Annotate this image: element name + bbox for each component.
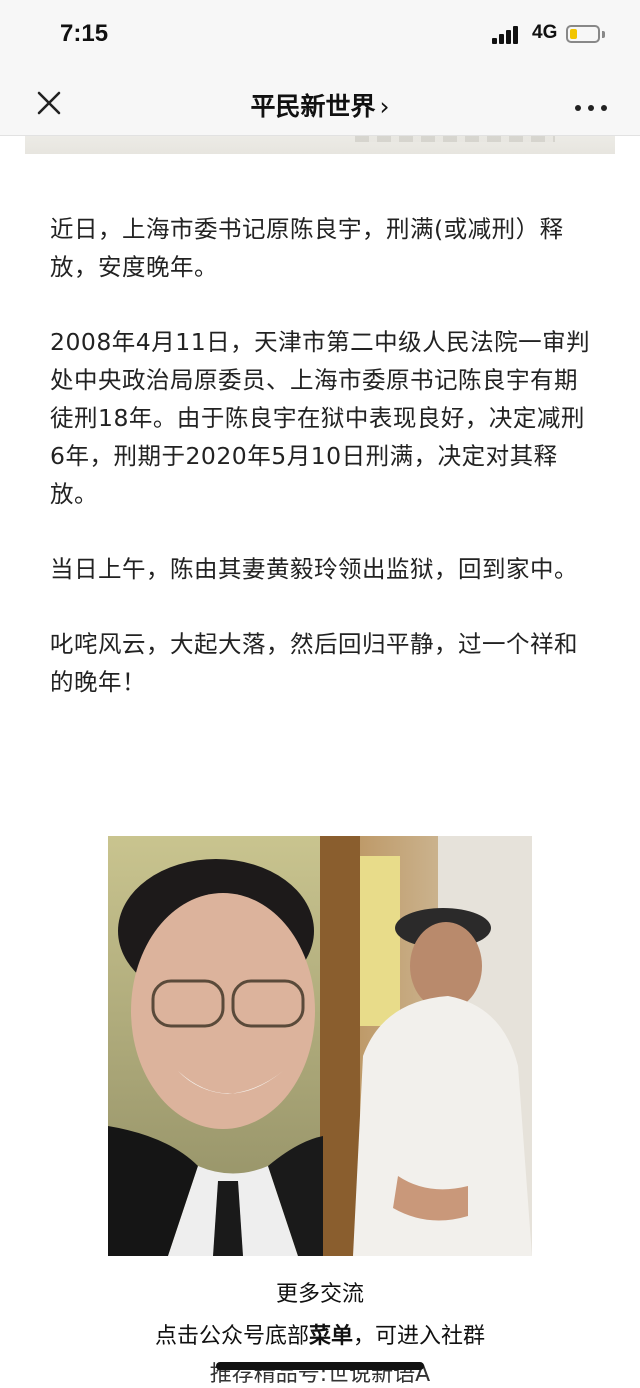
paragraph: 近日，上海市委书记原陈良宇，刑满(或减刑）释放，安度晚年。 — [50, 215, 564, 281]
account-title-link[interactable]: 平民新世界 › — [0, 87, 640, 123]
footer-line-2-suffix: ，可进入社群 — [353, 1324, 486, 1349]
footer-line-2: 点击公众号底部菜单，可进入社群 — [0, 1318, 640, 1350]
home-indicator[interactable] — [216, 1362, 424, 1370]
previous-image-edge — [25, 136, 615, 154]
more-button[interactable] — [574, 98, 608, 111]
footer-line-2-prefix: 点击公众号底部 — [154, 1324, 309, 1349]
more-dots-icon — [575, 105, 607, 111]
account-title: 平民新世界 — [250, 92, 376, 121]
signal-icon — [492, 26, 522, 44]
paragraph: 当日上午，陈由其妻黄毅玲领出监狱，回到家中。 — [50, 555, 578, 583]
chevron-right-icon: › — [379, 92, 390, 121]
status-bar: 7:15 4G — [0, 0, 640, 70]
nav-bar: 平民新世界 › — [0, 70, 640, 136]
paragraph: 叱咤风云，大起大落，然后回归平静，过一个祥和的晚年！ — [50, 630, 578, 696]
recommended-account-link[interactable]: 推荐精品号:世说新语A — [0, 1356, 640, 1388]
network-type: 4G — [532, 22, 558, 43]
battery-nub — [602, 31, 605, 38]
battery-level — [570, 29, 577, 39]
status-time: 7:15 — [60, 20, 109, 47]
footer-line-1: 更多交流 — [275, 1282, 364, 1307]
battery-icon — [566, 25, 600, 43]
paragraph: 2008年4月11日，天津市第二中级人民法院一审判处中央政治局原委员、上海市委原… — [50, 328, 591, 508]
photo-illustration — [108, 836, 532, 1256]
menu-keyword: 菜单 — [308, 1324, 353, 1349]
article-photo[interactable] — [108, 836, 532, 1256]
article-body: 近日，上海市委书记原陈良宇，刑满(或减刑）释放，安度晚年。 2008年4月11日… — [50, 210, 595, 738]
